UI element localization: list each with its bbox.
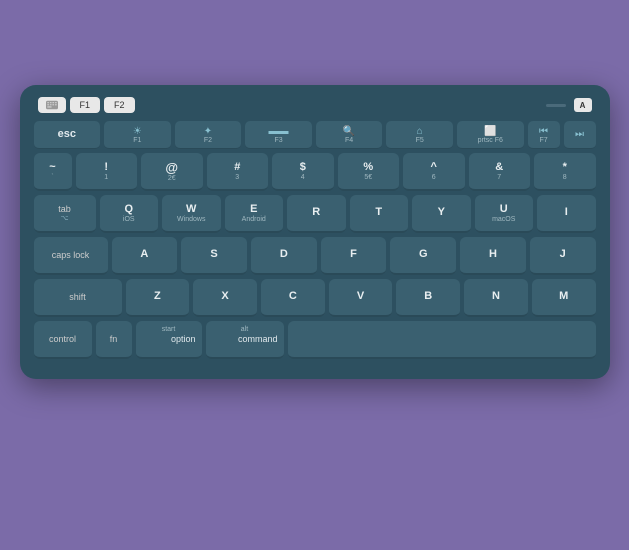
key-4[interactable]: $ 4 bbox=[272, 153, 334, 191]
key-7[interactable]: & 7 bbox=[469, 153, 531, 191]
f2-top-key[interactable]: F2 bbox=[104, 97, 135, 113]
top-bar-left: F1 F2 bbox=[38, 97, 135, 113]
function-key-row: esc ☀ F1 ✦ F2 ▬▬ F3 🔍 F4 ⌂ F5 bbox=[34, 121, 596, 149]
keyboard-icon-indicator bbox=[38, 97, 66, 113]
key-w[interactable]: W Windows bbox=[162, 195, 221, 233]
key-f3[interactable]: ▬▬ F3 bbox=[245, 121, 312, 149]
top-bar-right: A bbox=[546, 98, 592, 112]
key-f[interactable]: F bbox=[321, 237, 387, 275]
key-option[interactable]: start option bbox=[136, 321, 202, 359]
key-f2[interactable]: ✦ F2 bbox=[175, 121, 242, 149]
key-fn[interactable]: fn bbox=[96, 321, 132, 359]
key-e[interactable]: E Android bbox=[225, 195, 284, 233]
key-h[interactable]: H bbox=[460, 237, 526, 275]
f6-label: prtsc F6 bbox=[478, 137, 503, 144]
battery-indicator bbox=[546, 104, 566, 107]
key-1[interactable]: ! 1 bbox=[76, 153, 138, 191]
f7-label: F7 bbox=[539, 137, 547, 144]
key-6[interactable]: ^ 6 bbox=[403, 153, 465, 191]
key-2[interactable]: @ 2€ bbox=[141, 153, 203, 191]
key-f5[interactable]: ⌂ F5 bbox=[386, 121, 453, 149]
bottom-row: control fn start option alt command bbox=[34, 321, 596, 359]
caps-lock-indicator: A bbox=[574, 98, 592, 112]
display-icon: ▬▬ bbox=[269, 126, 289, 137]
key-f1[interactable]: ☀ F1 bbox=[104, 121, 171, 149]
key-n[interactable]: N bbox=[464, 279, 528, 317]
key-c[interactable]: C bbox=[261, 279, 325, 317]
brightness-up-icon: ✦ bbox=[204, 126, 212, 137]
option-bottom-label: option bbox=[171, 334, 196, 344]
f2-label: F2 bbox=[204, 137, 212, 144]
play-icon: ⏭ bbox=[575, 129, 584, 140]
key-u[interactable]: U macOS bbox=[475, 195, 534, 233]
keyboard-icon bbox=[46, 100, 58, 110]
f3-label: F3 bbox=[274, 137, 282, 144]
f4-label: F4 bbox=[345, 137, 353, 144]
f5-label: F5 bbox=[416, 137, 424, 144]
key-esc[interactable]: esc bbox=[34, 121, 101, 149]
key-m[interactable]: M bbox=[532, 279, 596, 317]
shift-row: shift Z X C V B N M bbox=[34, 279, 596, 317]
home-row: caps lock A S D F G H J bbox=[34, 237, 596, 275]
home-icon: ⌂ bbox=[417, 126, 423, 137]
key-t[interactable]: T bbox=[350, 195, 409, 233]
brightness-down-icon: ☀ bbox=[133, 126, 142, 137]
command-top-label: alt bbox=[241, 326, 248, 333]
f1-top-key[interactable]: F1 bbox=[70, 97, 101, 113]
key-q[interactable]: Q iOS bbox=[100, 195, 159, 233]
key-control[interactable]: control bbox=[34, 321, 92, 359]
tab-fn-icon: ⌥ bbox=[60, 214, 68, 222]
key-s[interactable]: S bbox=[181, 237, 247, 275]
prev-track-icon: ⏮ bbox=[539, 126, 548, 137]
option-top-label: start bbox=[162, 326, 176, 333]
key-v[interactable]: V bbox=[329, 279, 393, 317]
key-f4[interactable]: 🔍 F4 bbox=[316, 121, 383, 149]
key-5[interactable]: % 5€ bbox=[338, 153, 400, 191]
key-x[interactable]: X bbox=[193, 279, 257, 317]
keyboard-wrapper: F1 F2 A esc ☀ F1 ✦ F2 ▬▬ F3 bbox=[20, 85, 610, 465]
key-z[interactable]: Z bbox=[126, 279, 190, 317]
esc-label: esc bbox=[58, 128, 76, 141]
key-d[interactable]: D bbox=[251, 237, 317, 275]
key-a[interactable]: A bbox=[112, 237, 178, 275]
key-tab[interactable]: tab ⌥ bbox=[34, 195, 96, 233]
key-j[interactable]: J bbox=[530, 237, 596, 275]
prtsc-icon: ⬜ bbox=[484, 126, 496, 137]
key-g[interactable]: G bbox=[390, 237, 456, 275]
search-icon: 🔍 bbox=[343, 126, 355, 137]
key-8[interactable]: * 8 bbox=[534, 153, 596, 191]
key-tilde[interactable]: ~ ` bbox=[34, 153, 72, 191]
top-bar: F1 F2 A bbox=[34, 97, 596, 113]
key-y[interactable]: Y bbox=[412, 195, 471, 233]
key-i[interactable]: I bbox=[537, 195, 596, 233]
key-f8-play[interactable]: ⏭ bbox=[564, 121, 596, 149]
key-shift[interactable]: shift bbox=[34, 279, 122, 317]
key-caps-lock[interactable]: caps lock bbox=[34, 237, 108, 275]
f1-label: F1 bbox=[133, 137, 141, 144]
key-r[interactable]: R bbox=[287, 195, 346, 233]
qwerty-row: tab ⌥ Q iOS W Windows E Android R T bbox=[34, 195, 596, 233]
key-f6[interactable]: ⬜ prtsc F6 bbox=[457, 121, 524, 149]
number-row: ~ ` ! 1 @ 2€ # 3 $ 4 % 5€ bbox=[34, 153, 596, 191]
key-f7-prev[interactable]: ⏮ F7 bbox=[528, 121, 560, 149]
keyboard: F1 F2 A esc ☀ F1 ✦ F2 ▬▬ F3 bbox=[20, 85, 610, 379]
key-command[interactable]: alt command bbox=[206, 321, 284, 359]
key-space[interactable] bbox=[288, 321, 596, 359]
command-bottom-label: command bbox=[238, 334, 278, 344]
key-b[interactable]: B bbox=[396, 279, 460, 317]
key-3[interactable]: # 3 bbox=[207, 153, 269, 191]
